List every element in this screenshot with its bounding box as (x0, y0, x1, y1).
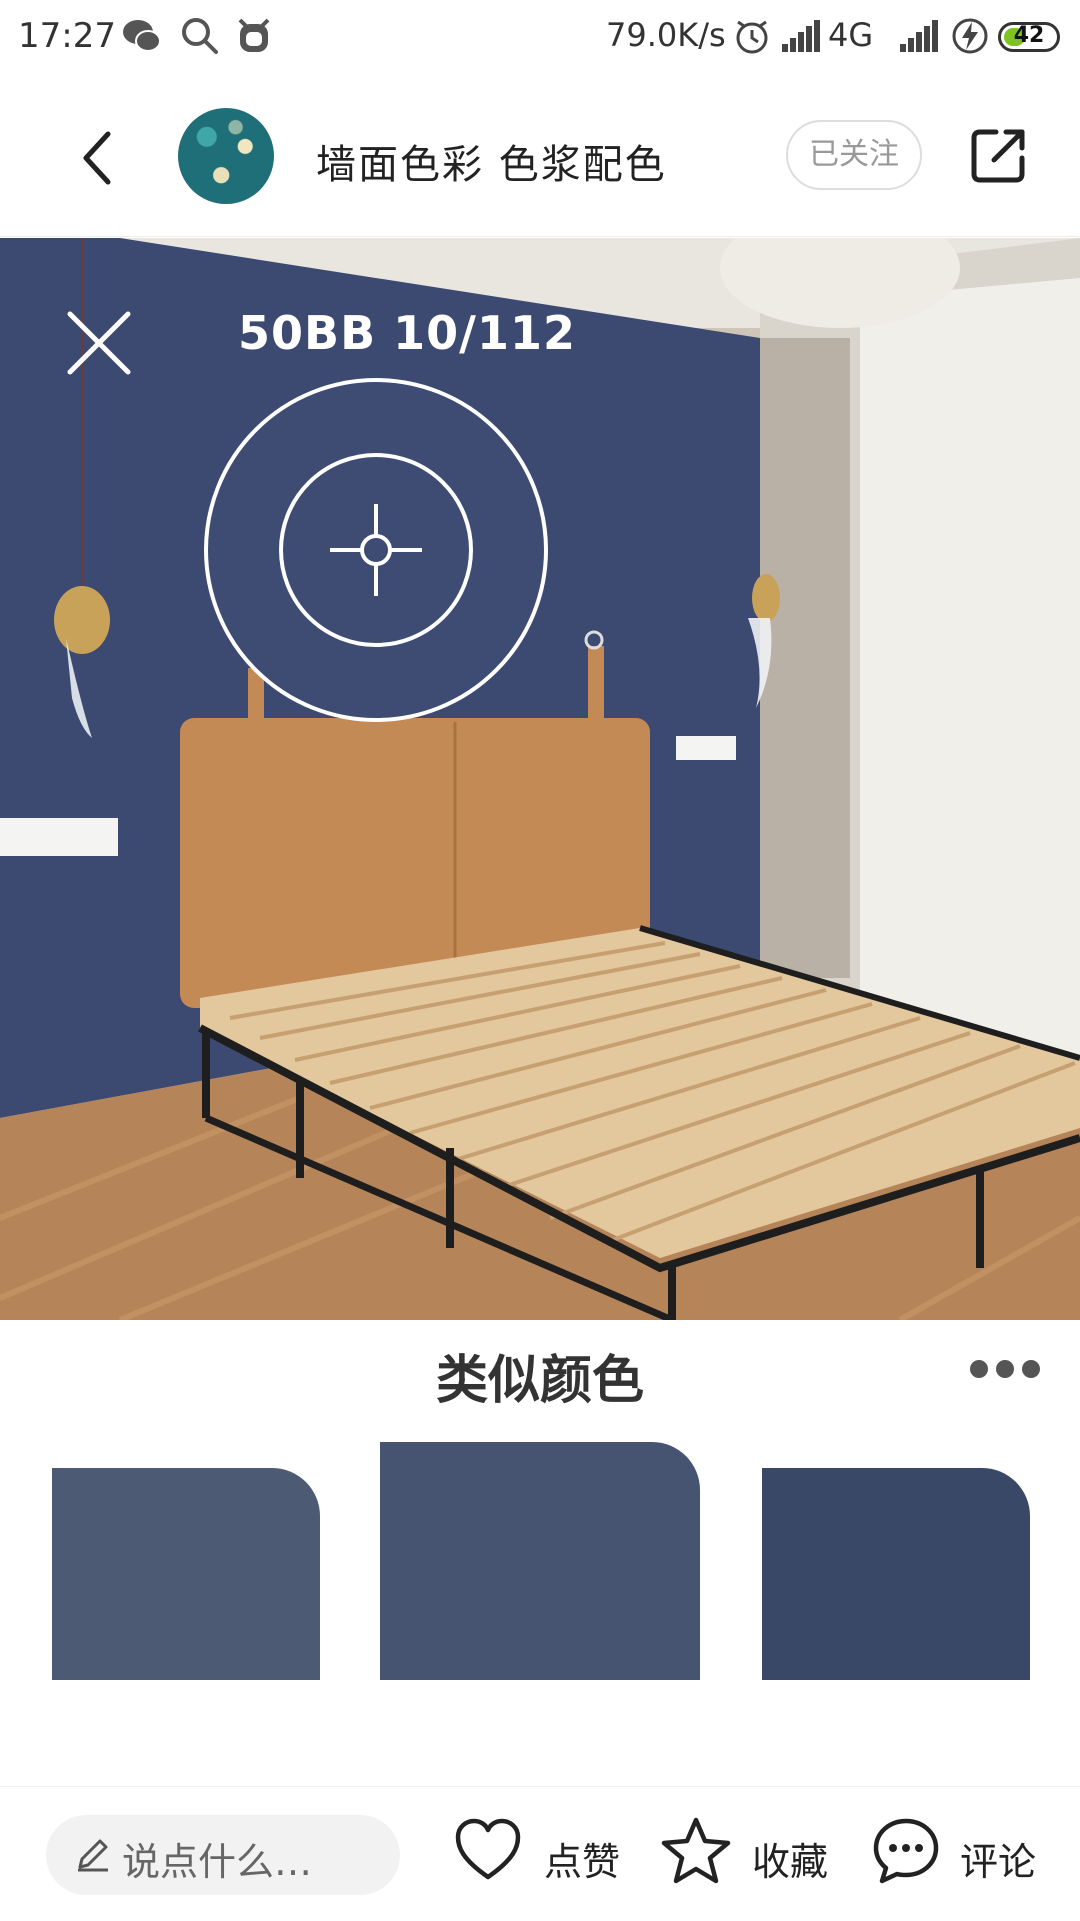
chevron-left-icon (83, 131, 111, 185)
like-label: 点赞 (544, 1840, 621, 1884)
status-time: 17:27 (18, 16, 116, 56)
like-button[interactable]: 点赞 (452, 1811, 632, 1897)
wechat-icon (123, 20, 161, 52)
color-swatch[interactable] (52, 1468, 320, 1680)
close-button[interactable] (64, 308, 134, 378)
back-button[interactable] (70, 128, 130, 188)
pencil-icon (78, 1839, 108, 1872)
page-header: 墙面色彩 色浆配色 已关注 (0, 76, 1080, 237)
share-button[interactable] (966, 124, 1030, 188)
alarm-icon (736, 20, 768, 54)
comment-input[interactable]: 说点什么… (46, 1815, 400, 1895)
page-title: 墙面色彩 色浆配色 (316, 142, 667, 188)
battery-level: 42 (1013, 23, 1045, 48)
room-photo[interactable]: 50BB 10/112 (0, 238, 1080, 1320)
signal-icon (782, 20, 820, 52)
color-picker-loupe[interactable] (204, 378, 548, 722)
comment-placeholder: 说点什么… (122, 1840, 313, 1884)
search-icon (182, 18, 218, 54)
bottom-action-bar: 说点什么… 点赞 收藏 评论 (0, 1786, 1080, 1921)
more-dot-icon (996, 1360, 1014, 1378)
star-icon (661, 1817, 731, 1884)
color-swatch[interactable] (380, 1442, 700, 1680)
favorite-label: 收藏 (752, 1840, 829, 1884)
comment-label: 评论 (960, 1840, 1037, 1884)
heart-icon (455, 1818, 521, 1880)
color-code-label: 50BB 10/112 (238, 306, 576, 360)
avatar[interactable] (178, 108, 274, 204)
more-dot-icon (1022, 1360, 1040, 1378)
status-bar: 17:27 79.0K/s 4G 42 (0, 0, 1080, 76)
battery-indicator: 42 (998, 22, 1060, 52)
signal-icon-2 (900, 20, 938, 52)
net-speed: 79.0K/s (606, 16, 726, 54)
more-dot-icon (970, 1360, 988, 1378)
comment-button[interactable]: 评论 (870, 1811, 1050, 1897)
favorite-button[interactable]: 收藏 (660, 1811, 840, 1897)
color-swatch[interactable] (762, 1468, 1030, 1680)
comment-bubble-icon (873, 1818, 939, 1884)
more-options-button[interactable] (970, 1360, 1044, 1380)
similar-colors-title: 类似颜色 (435, 1351, 644, 1411)
follow-button[interactable]: 已关注 (786, 120, 922, 190)
network-type: 4G (828, 16, 874, 54)
alarm-clock-app-icon (238, 18, 270, 52)
charging-icon (952, 18, 988, 54)
